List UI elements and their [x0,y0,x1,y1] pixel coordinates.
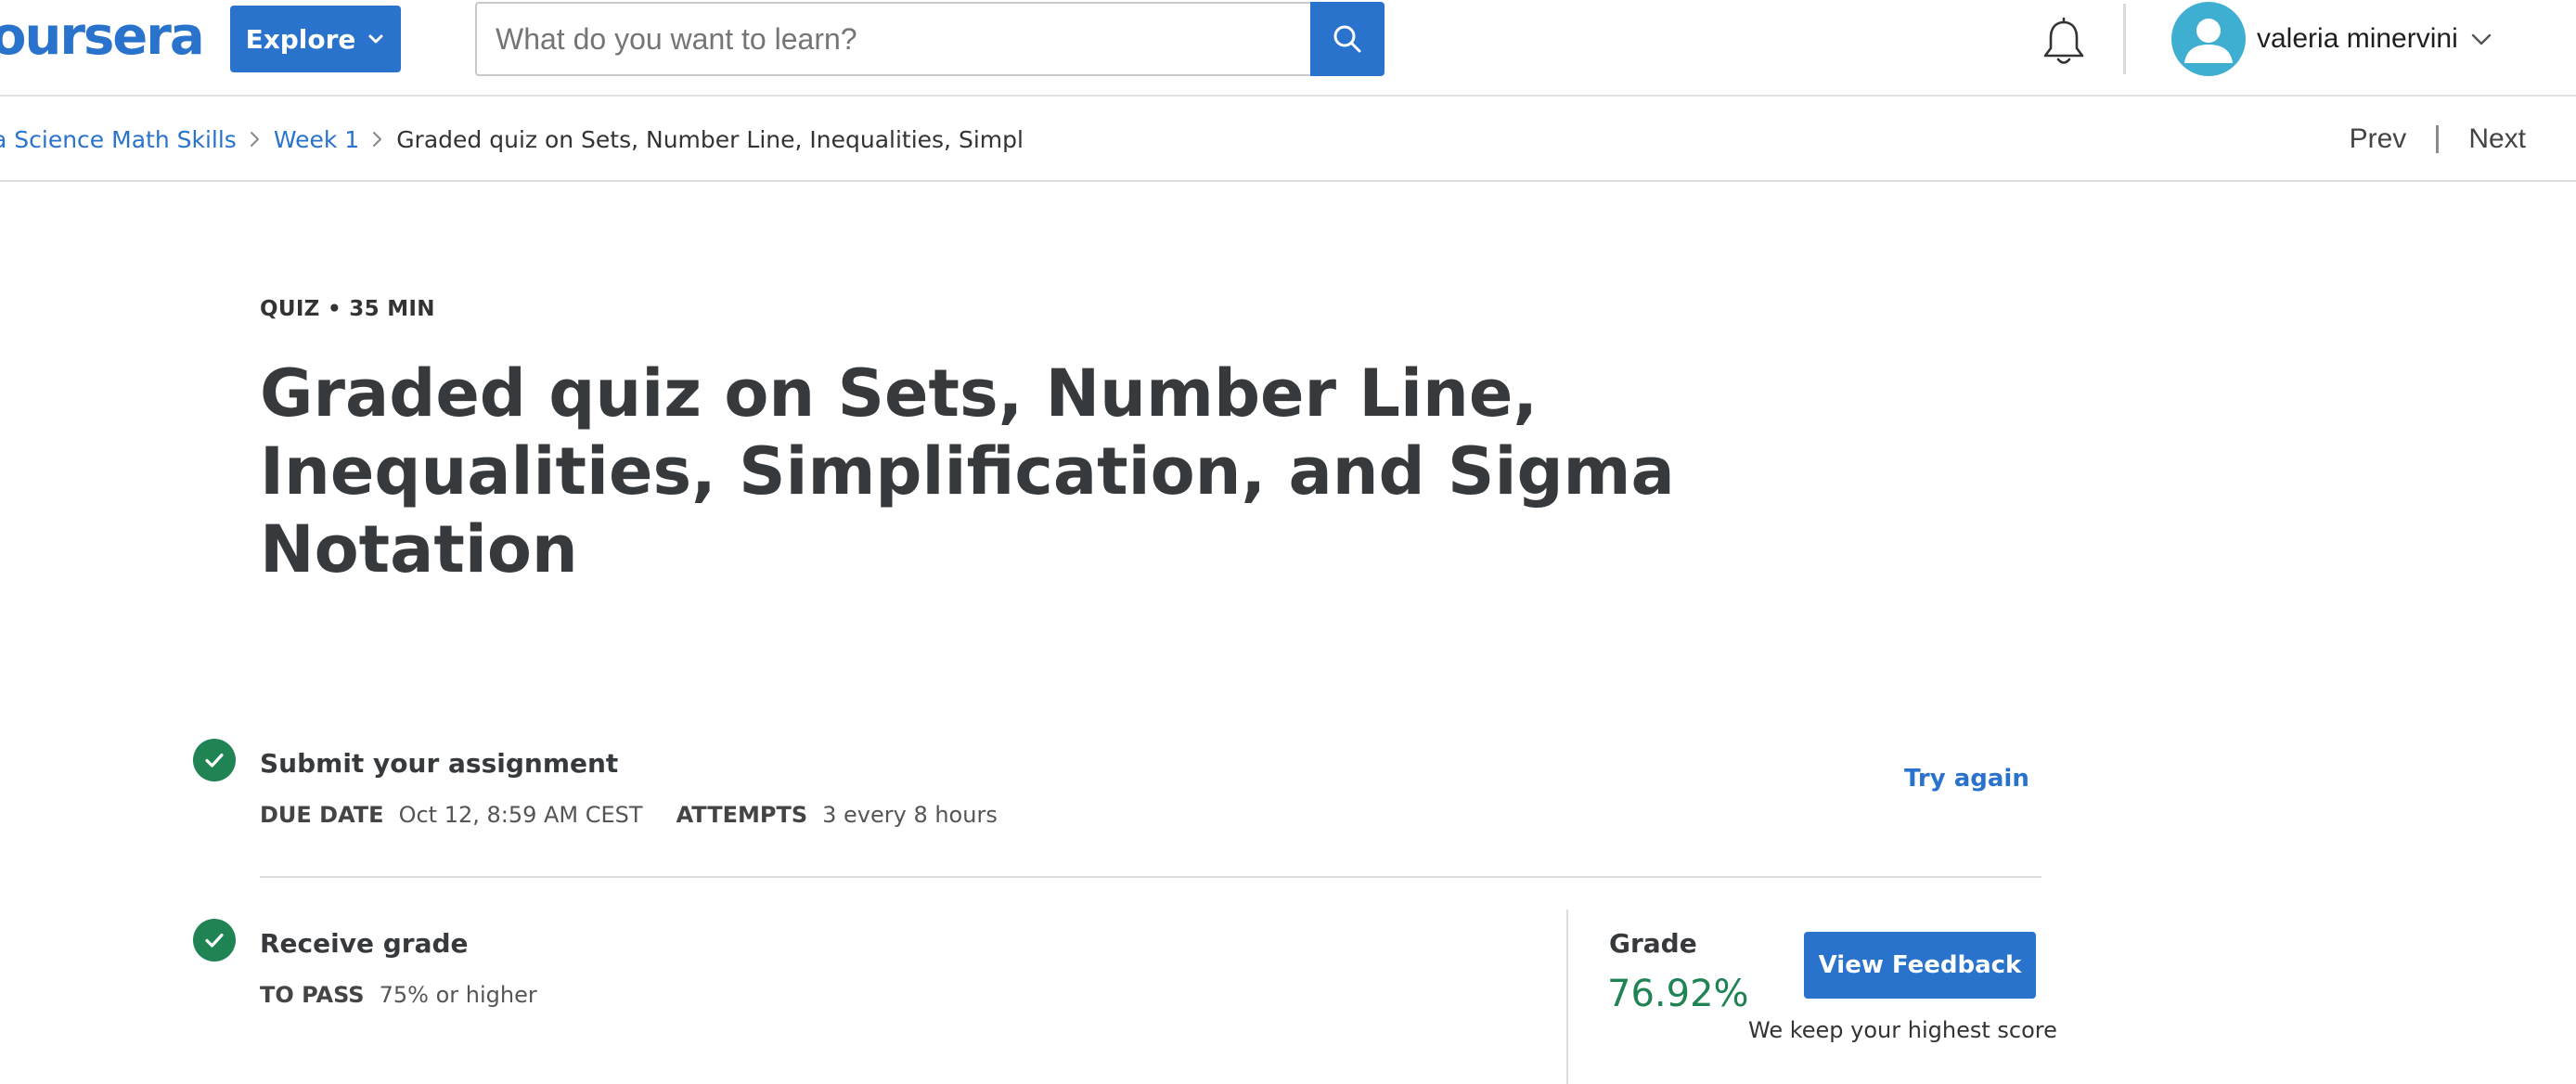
try-again-link[interactable]: Try again [1904,765,2029,793]
search-button[interactable] [1310,2,1385,76]
breadcrumb-current-item: Graded quiz on Sets, Number Line, Inequa… [396,125,1024,153]
to-pass-value: 75% or higher [379,982,537,1008]
quiz-meta: QUIZ • 35 MIN [260,297,435,321]
section-divider [260,876,2041,878]
prev-next-divider [2436,125,2440,153]
breadcrumb: a Science Math Skills Week 1 Graded quiz… [0,97,1024,182]
notifications-button[interactable] [2038,15,2090,71]
coursera-logo[interactable]: oursera [0,6,205,69]
chevron-down-icon [368,34,383,44]
chevron-down-icon[interactable] [2470,28,2492,50]
user-avatar-icon [2184,19,2233,63]
search-icon [1333,25,1361,53]
bell-icon [2043,17,2084,64]
explore-button[interactable]: Explore [230,6,401,72]
prev-link[interactable]: Prev [2350,123,2407,155]
check-icon [193,739,236,781]
submit-assignment-details: DUE DATE Oct 12, 8:59 AM CEST ATTEMPTS 3… [260,802,1031,828]
prev-next-navigation: Prev Next [2350,97,2526,182]
search-input[interactable] [475,2,1310,76]
grade-column-divider [1566,910,1568,1084]
grade-label: Grade [1609,928,1697,959]
to-pass-label: TO PASS [260,982,365,1008]
attempts-label: ATTEMPTS [676,802,808,828]
user-name[interactable]: valeria minervini [2257,19,2458,59]
breadcrumb-course-link[interactable]: a Science Math Skills [0,126,237,153]
receive-grade-details: TO PASS 75% or higher [260,982,571,1008]
attempts-value: 3 every 8 hours [822,802,998,828]
breadcrumb-bar: a Science Math Skills Week 1 Graded quiz… [0,97,2576,182]
page-title: Graded quiz on Sets, Number Line, Inequa… [260,355,1675,587]
search-bar [475,2,1385,76]
chevron-right-icon [359,125,396,153]
due-date-label: DUE DATE [260,802,384,828]
explore-label: Explore [245,23,356,55]
check-icon [193,919,236,961]
header-divider [2123,4,2126,74]
highest-score-note: We keep your highest score [1748,1017,2057,1043]
next-link[interactable]: Next [2468,123,2526,155]
top-navigation-bar: oursera Explore valeria minervini [0,0,2576,97]
view-feedback-button[interactable]: View Feedback [1804,932,2036,999]
user-avatar[interactable] [2171,2,2246,76]
due-date-value: Oct 12, 8:59 AM CEST [398,802,643,828]
receive-grade-heading: Receive grade [260,928,469,959]
submit-assignment-heading: Submit your assignment [260,748,619,779]
grade-value: 76.92% [1607,973,1749,1015]
breadcrumb-week-link[interactable]: Week 1 [274,126,359,153]
chevron-right-icon [237,125,274,153]
